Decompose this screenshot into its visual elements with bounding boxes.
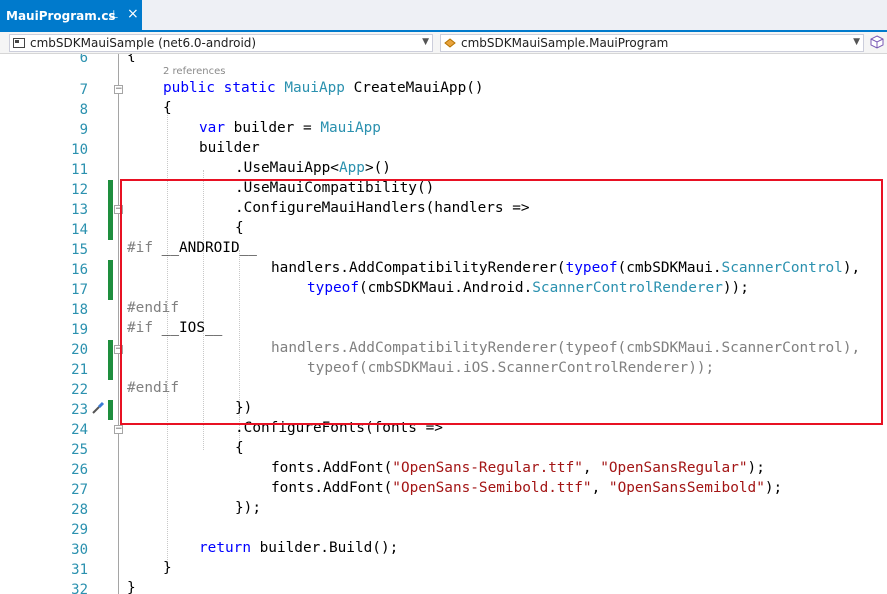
line-number: 15	[71, 242, 88, 258]
code-line-31: }	[163, 560, 172, 576]
line-number: 21	[71, 362, 88, 378]
close-icon[interactable]: ×	[127, 6, 139, 22]
chevron-down-icon: ▼	[853, 37, 860, 47]
line-number: 6	[79, 54, 88, 66]
highlight-rectangle	[120, 179, 883, 425]
outline-line	[118, 54, 119, 594]
line-number: 29	[71, 522, 88, 538]
chevron-down-icon: ▼	[422, 37, 429, 47]
change-indicator	[108, 340, 113, 380]
line-number: 31	[71, 562, 88, 578]
member-cube-icon[interactable]	[870, 35, 884, 49]
line-number: 32	[71, 582, 88, 594]
codelens-references[interactable]: 2 references	[163, 66, 226, 77]
change-indicator	[108, 400, 113, 420]
project-label: cmbSDKMauiSample (net6.0-android)	[30, 36, 257, 50]
line-number: 11	[71, 162, 88, 178]
code-line-6: {	[127, 54, 136, 64]
line-number: 8	[79, 102, 88, 118]
line-number: 10	[71, 142, 88, 158]
change-indicator	[108, 260, 113, 300]
tab-title: MauiProgram.cs	[6, 9, 116, 23]
code-editor[interactable]: 6 7 8 9 10 11 12 13 14 15 16 17 18 19 20…	[0, 54, 887, 594]
csharp-project-icon	[13, 38, 25, 48]
line-number: 7	[79, 82, 88, 98]
code-line-28: });	[235, 500, 261, 516]
line-number: 24	[71, 422, 88, 438]
line-number: 25	[71, 442, 88, 458]
type-dropdown[interactable]: cmbSDKMauiSample.MauiProgram ▼	[440, 34, 864, 52]
line-number: 26	[71, 462, 88, 478]
code-line-26: fonts.AddFont("OpenSans-Regular.ttf", "O…	[271, 460, 765, 476]
code-line-25: {	[235, 440, 244, 456]
line-number: 16	[71, 262, 88, 278]
code-line-9: var builder = MauiApp	[199, 120, 381, 136]
code-line-7: public static MauiApp CreateMauiApp()	[163, 80, 484, 96]
line-number: 9	[79, 122, 88, 138]
code-line-27: fonts.AddFont("OpenSans-Semibold.ttf", "…	[271, 480, 783, 496]
code-line-30: return builder.Build();	[199, 540, 399, 556]
line-number: 14	[71, 222, 88, 238]
line-number: 12	[71, 182, 88, 198]
collapse-icon[interactable]: −	[114, 425, 123, 434]
line-number: 18	[71, 302, 88, 318]
line-number: 30	[71, 542, 88, 558]
project-dropdown[interactable]: cmbSDKMauiSample (net6.0-android) ▼	[9, 34, 433, 52]
line-number: 27	[71, 482, 88, 498]
code-line-8: {	[163, 100, 172, 116]
collapse-icon[interactable]: −	[114, 85, 123, 94]
quick-actions-brush-icon[interactable]	[90, 400, 106, 416]
code-line-32: }	[127, 580, 136, 594]
code-line-11: .UseMauiApp<App>()	[235, 160, 391, 176]
tab-mauiprogram[interactable]: MauiProgram.cs ⊥ ×	[0, 0, 142, 30]
code-line-10: builder	[199, 140, 260, 156]
class-icon	[444, 38, 456, 48]
line-number: 20	[71, 342, 88, 358]
navigation-bar: cmbSDKMauiSample (net6.0-android) ▼ cmbS…	[0, 32, 887, 54]
line-number: 22	[71, 382, 88, 398]
pin-icon[interactable]: ⊥	[109, 8, 119, 21]
type-label: cmbSDKMauiSample.MauiProgram	[461, 36, 669, 50]
line-number: 13	[71, 202, 88, 218]
line-number: 17	[71, 282, 88, 298]
line-number: 19	[71, 322, 88, 338]
line-number: 23	[71, 402, 88, 418]
change-indicator	[108, 180, 113, 240]
document-tab-bar: MauiProgram.cs ⊥ ×	[0, 0, 887, 32]
line-number: 28	[71, 502, 88, 518]
